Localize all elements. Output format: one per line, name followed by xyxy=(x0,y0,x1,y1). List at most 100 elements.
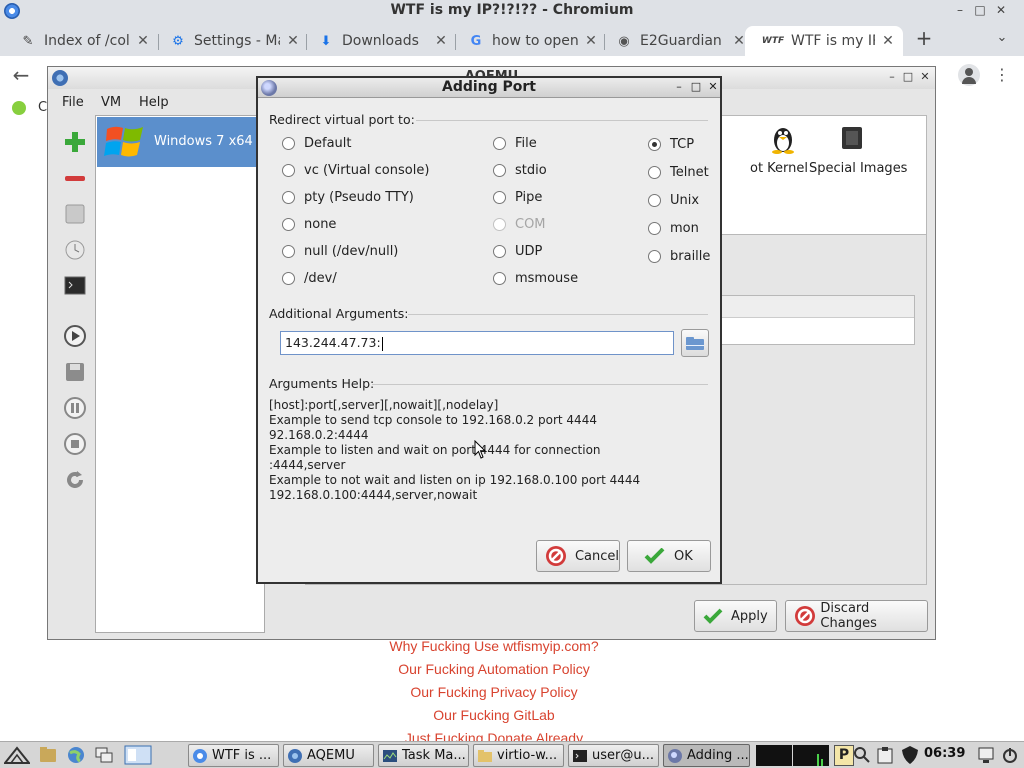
network-icon[interactable] xyxy=(976,745,996,765)
clock-icon[interactable] xyxy=(62,237,88,263)
os-label-special-images[interactable]: Special Images xyxy=(809,161,907,176)
profile-avatar-icon[interactable] xyxy=(958,64,980,86)
add-vm-icon[interactable] xyxy=(62,129,88,155)
tab-downloads[interactable]: ⬇ Downloads ✕ xyxy=(298,26,456,56)
radio-dev[interactable]: /dev/ xyxy=(282,271,337,286)
os-label-kernel[interactable]: ot Kernel xyxy=(750,161,808,176)
clipboard-icon[interactable] xyxy=(875,745,895,765)
link-why-use[interactable]: Why Fucking Use wtfismyip.com? xyxy=(0,638,988,654)
minimize-icon[interactable]: – xyxy=(673,80,685,94)
radio-msmouse[interactable]: msmouse xyxy=(493,271,578,286)
radio-udp[interactable]: UDP xyxy=(493,244,542,259)
radio-unix[interactable]: Unix xyxy=(648,193,699,208)
vm-list-item-windows-7[interactable]: Windows 7 x64 xyxy=(97,117,263,167)
cancel-button[interactable]: Cancel xyxy=(536,540,620,572)
files-icon[interactable] xyxy=(38,745,58,765)
bookmark-icon[interactable] xyxy=(12,101,26,115)
link-gitlab[interactable]: Our Fucking GitLab xyxy=(0,707,988,723)
radio-braille[interactable]: braille xyxy=(648,249,710,264)
menu-vm[interactable]: VM xyxy=(101,95,121,110)
radio-pty[interactable]: pty (Pseudo TTY) xyxy=(282,190,414,205)
new-tab-icon[interactable]: + xyxy=(914,28,934,48)
maximize-icon[interactable]: □ xyxy=(690,80,702,94)
cpu-monitor-graph xyxy=(756,745,792,766)
link-automation-policy[interactable]: Our Fucking Automation Policy xyxy=(0,661,988,677)
link-privacy-policy[interactable]: Our Fucking Privacy Policy xyxy=(0,684,988,700)
stop-icon[interactable] xyxy=(62,431,88,457)
taskbar-item-task-manager[interactable]: Task Ma... xyxy=(378,744,469,767)
radio-mon[interactable]: mon xyxy=(648,221,699,236)
desktop-icon[interactable] xyxy=(124,745,152,765)
close-icon[interactable]: ✕ xyxy=(993,2,1009,18)
radio-pipe[interactable]: Pipe xyxy=(493,190,542,205)
maximize-icon[interactable]: □ xyxy=(902,70,914,84)
start-menu-icon[interactable] xyxy=(4,745,30,765)
radio-telnet[interactable]: Telnet xyxy=(648,165,709,180)
checkmark-icon xyxy=(644,548,665,564)
save-icon[interactable] xyxy=(62,359,88,385)
search-icon[interactable] xyxy=(852,745,872,765)
redirect-label: Redirect virtual port to: xyxy=(269,112,415,127)
globe-icon: ◉ xyxy=(618,33,630,49)
menu-file[interactable]: File xyxy=(62,95,84,110)
menu-help[interactable]: Help xyxy=(139,95,169,110)
play-icon[interactable] xyxy=(62,323,88,349)
bookmark-label[interactable]: C xyxy=(38,100,47,115)
power-icon[interactable] xyxy=(1000,745,1020,765)
minimize-icon[interactable]: – xyxy=(886,70,898,84)
tab-settings[interactable]: ⚙ Settings - Ma ✕ xyxy=(150,26,308,56)
taskbar-item-adding-port[interactable]: Adding ... xyxy=(663,744,750,767)
terminal-icon[interactable] xyxy=(62,273,88,299)
tab-index-of-coll[interactable]: ✎ Index of /coll ✕ xyxy=(0,26,158,56)
radio-null[interactable]: null (/dev/null) xyxy=(282,244,398,259)
close-icon[interactable]: ✕ xyxy=(707,80,719,94)
clock: 06:39 xyxy=(924,746,966,761)
discard-changes-button[interactable]: Discard Changes xyxy=(785,600,928,632)
taskbar-item-virtio[interactable]: virtio-w... xyxy=(473,744,564,767)
additional-args-input[interactable]: 143.244.47.73: xyxy=(280,331,674,355)
browser-globe-icon[interactable] xyxy=(66,745,86,765)
dialog-app-icon xyxy=(668,748,682,763)
close-tab-icon[interactable]: ✕ xyxy=(136,33,150,49)
vm-settings-icon[interactable] xyxy=(62,201,88,227)
taskbar-item-chromium[interactable]: WTF is ... xyxy=(188,744,279,767)
wtf-icon: WTF xyxy=(761,36,785,46)
close-icon[interactable]: ✕ xyxy=(919,70,931,84)
file-icon: ✎ xyxy=(22,33,34,49)
tab-how-to-open[interactable]: G how to open ✕ xyxy=(448,26,606,56)
chevron-down-icon[interactable]: ⌄ xyxy=(992,28,1012,48)
window-switcher-icon[interactable] xyxy=(94,745,114,765)
dialog-titlebar: Adding Port – □ ✕ xyxy=(258,78,720,98)
task-manager-icon xyxy=(383,749,397,762)
radio-com: COM xyxy=(493,217,546,232)
radio-none[interactable]: none xyxy=(282,217,336,232)
dialog-title: Adding Port xyxy=(441,79,536,95)
radio-default[interactable]: Default xyxy=(282,136,352,151)
remove-vm-icon[interactable] xyxy=(62,165,88,191)
radio-stdio[interactable]: stdio xyxy=(493,163,547,178)
shield-icon[interactable] xyxy=(900,745,920,765)
close-tab-icon[interactable]: ✕ xyxy=(881,33,895,49)
taskbar-item-terminal[interactable]: user@u... xyxy=(568,744,659,767)
kebab-menu-icon[interactable]: ⋮ xyxy=(992,64,1012,86)
apply-button[interactable]: Apply xyxy=(694,600,777,632)
window-title: WTF is my IP?!?!?? - Chromium xyxy=(390,2,634,18)
network-monitor-graph xyxy=(793,745,829,766)
browse-button[interactable] xyxy=(681,329,709,357)
minimize-icon[interactable]: – xyxy=(952,2,968,18)
radio-vc[interactable]: vc (Virtual console) xyxy=(282,163,429,178)
aqemu-logo-icon xyxy=(288,748,302,763)
close-tab-icon[interactable]: ✕ xyxy=(732,33,746,49)
p-app-icon[interactable]: P xyxy=(834,745,854,766)
reset-icon[interactable] xyxy=(62,467,88,493)
ok-button[interactable]: OK xyxy=(627,540,711,572)
back-arrow-icon[interactable]: ← xyxy=(10,64,32,86)
tab-e2guardian[interactable]: ◉ E2Guardian - ✕ xyxy=(596,26,754,56)
radio-file[interactable]: File xyxy=(493,136,537,151)
radio-tcp[interactable]: TCP xyxy=(648,137,694,152)
tab-wtf-is-my-ip[interactable]: WTF WTF is my IP ✕ xyxy=(745,26,903,56)
maximize-icon[interactable]: □ xyxy=(972,2,988,18)
close-tab-icon[interactable]: ✕ xyxy=(434,33,448,49)
taskbar-item-aqemu[interactable]: AQEMU xyxy=(283,744,374,767)
pause-icon[interactable] xyxy=(62,395,88,421)
